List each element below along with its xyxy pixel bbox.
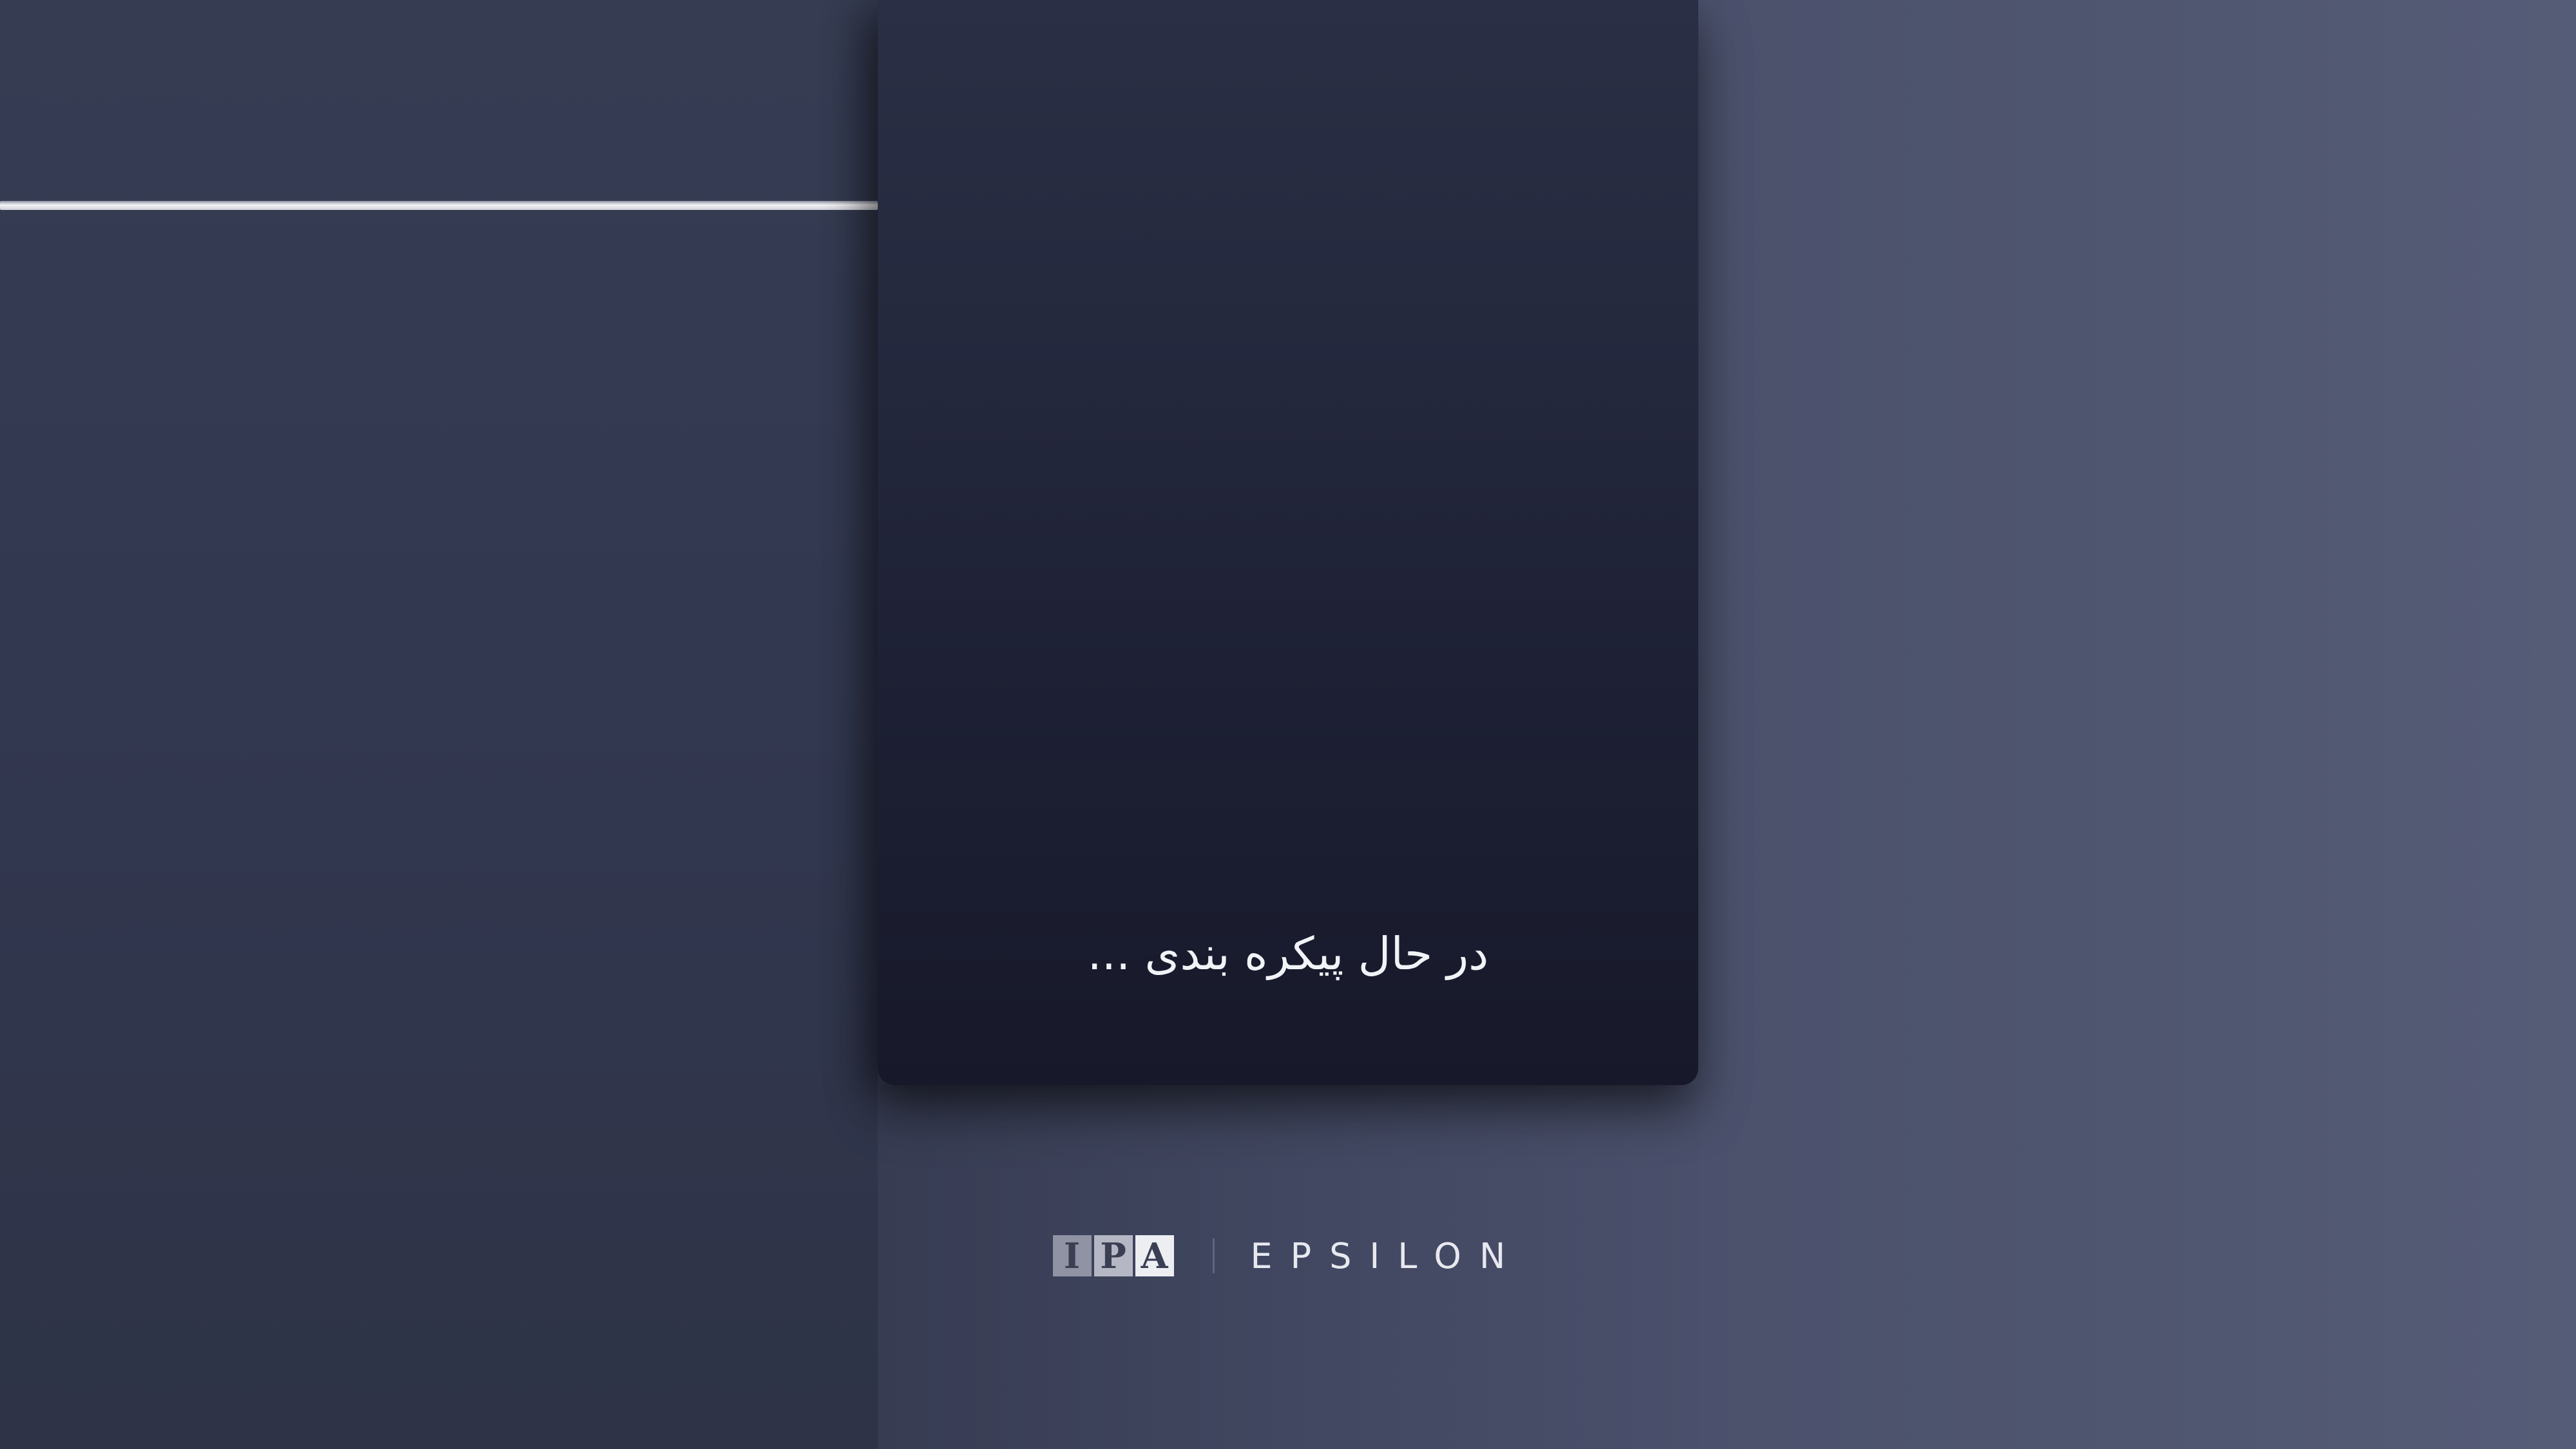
splash-card: در حال پیکره بندی ... — [878, 0, 1698, 1085]
product-name: EPSILON — [1250, 1235, 1524, 1276]
loading-progress-bar — [0, 201, 878, 210]
loading-status-text: در حال پیکره بندی ... — [1087, 927, 1489, 980]
ipa-logo-letter-i: I — [1052, 1235, 1092, 1276]
ipa-logo: I P A — [1052, 1235, 1174, 1276]
ipa-logo-letter-p: P — [1094, 1235, 1133, 1276]
footer-brand: I P A EPSILON — [0, 1230, 2576, 1282]
brand-divider — [1212, 1238, 1215, 1273]
loading-progress-fill — [0, 201, 878, 210]
ipa-logo-letter-a: A — [1135, 1235, 1174, 1276]
